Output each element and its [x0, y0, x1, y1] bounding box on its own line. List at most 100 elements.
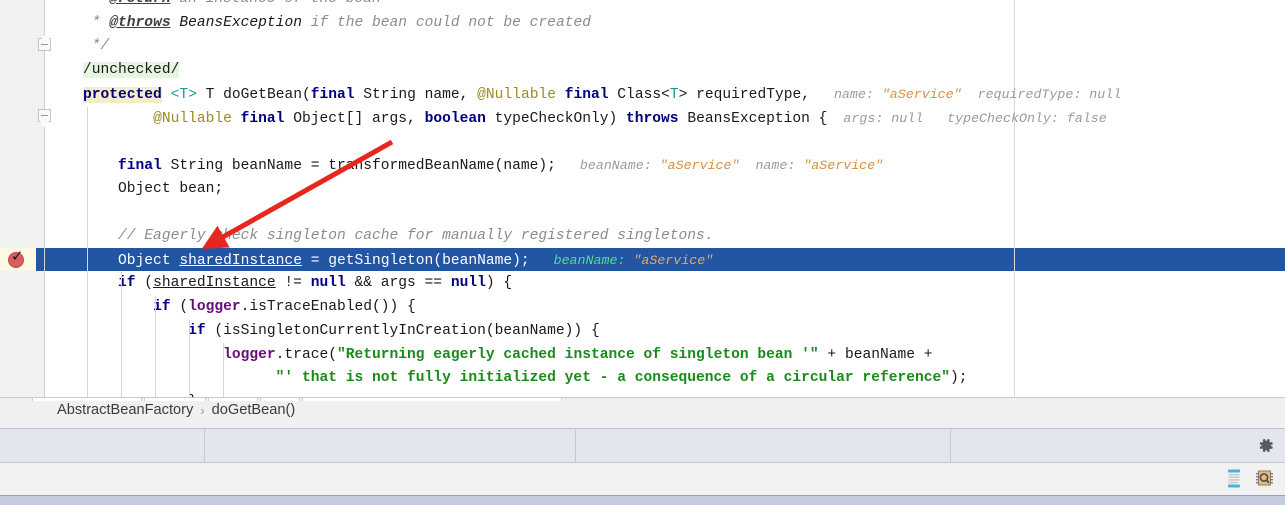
code-token: */ [83, 38, 110, 55]
code-token: protected [83, 86, 162, 103]
code-line-text: * @throws BeansException if the bean cou… [83, 12, 591, 36]
line-method-signature[interactable]: protected <T> T doGetBean(final String n… [0, 83, 1285, 107]
code-token: Class< [608, 86, 670, 103]
code-token: transformedBeanName [328, 157, 495, 174]
code-token: && args == [345, 275, 451, 292]
code-token: beanName: [555, 157, 660, 173]
breadcrumb-item-class[interactable]: AbstractBeanFactory [57, 402, 193, 418]
breadcrumb-separator-icon: › [200, 402, 205, 418]
code-token: ( [301, 86, 311, 103]
line-if-logger[interactable]: if (logger.isTraceEnabled()) { [0, 296, 1285, 320]
code-token: final [118, 157, 162, 174]
code-line-text: logger.trace("Returning eagerly cached i… [83, 344, 932, 368]
code-token: @return [109, 0, 170, 7]
code-token: ); [950, 370, 968, 387]
line-logger-trace[interactable]: logger.trace("Returning eagerly cached i… [0, 344, 1285, 368]
thread-dump-icon[interactable] [1224, 468, 1244, 489]
code-token: throws [626, 110, 679, 127]
code-token: @Nullable [153, 110, 232, 127]
line-blank-1[interactable] [0, 130, 1285, 154]
code-token: args: null typeCheckOnly: false [827, 110, 1107, 126]
code-token: BeansException [170, 14, 302, 31]
tab-stub [260, 398, 300, 401]
breadcrumb-item-method[interactable]: doGetBean() [212, 402, 296, 418]
code-token: "aService" [659, 157, 740, 173]
code-token: "' that is not fully initialized yet - a… [275, 370, 951, 387]
code-token: logger [188, 299, 241, 316]
code-line-text: protected <T> T doGetBean(final String n… [83, 83, 1121, 108]
code-token: final [310, 86, 355, 103]
code-token: doGetBean [223, 86, 302, 103]
code-token: sharedInstance [179, 252, 302, 269]
code-token: String name, [354, 86, 478, 103]
indent-guide [155, 296, 156, 397]
code-token: (isSingletonCurrentlyInCreation(beanName… [205, 322, 600, 339]
code-token: > requiredType, [678, 86, 810, 103]
code-token: (name); [494, 157, 556, 174]
indent-guide [189, 320, 190, 397]
ide-window: ✓ * @return an instance of the bean * @t… [0, 0, 1285, 505]
line-javadoc-return[interactable]: * @return an instance of the bean [0, 0, 1285, 12]
line-beanname[interactable]: final String beanName = transformedBeanN… [0, 154, 1285, 178]
code-token: if the bean could not be created [301, 14, 591, 31]
code-line-text: "' that is not fully initialized yet - a… [83, 367, 968, 391]
tab-stub [208, 398, 258, 401]
code-token: final [240, 110, 285, 127]
code-token: null [310, 275, 346, 292]
line-if-singleton-creating[interactable]: if (isSingletonCurrentlyInCreation(beanN… [0, 320, 1285, 344]
line-shared-instance[interactable]: Object sharedInstance = getSingleton(bea… [0, 249, 1285, 273]
line-unchecked[interactable]: /unchecked/ [0, 59, 1285, 83]
code-token: T [196, 86, 224, 103]
line-object-bean[interactable]: Object bean; [0, 178, 1285, 202]
code-line-text: /unchecked/ [83, 59, 180, 83]
tab-stub [32, 398, 142, 401]
line-method-signature-2[interactable]: @Nullable final Object[] args, boolean t… [0, 107, 1285, 131]
code-token: <T> [170, 86, 197, 103]
code-token: name: [739, 157, 804, 173]
code-line-text: final String beanName = transformedBeanN… [83, 154, 883, 179]
code-line-text: // Eagerly check singleton cache for man… [83, 225, 714, 249]
debug-tool-panel[interactable] [0, 428, 1285, 462]
code-token: beanName: [529, 252, 634, 268]
indent-guide [121, 272, 122, 397]
line-comment-eagerly[interactable]: // Eagerly check singleton cache for man… [0, 225, 1285, 249]
code-text[interactable]: * @return an instance of the bean * @thr… [0, 0, 1285, 397]
panel-divider[interactable] [575, 429, 576, 462]
line-blank-2[interactable] [0, 201, 1285, 225]
code-line-text: if (sharedInstance != null && args == nu… [83, 272, 512, 296]
code-token: != [275, 275, 311, 292]
status-bar [0, 462, 1285, 495]
code-token: @Nullable [477, 86, 556, 103]
line-javadoc-end[interactable]: */ [0, 35, 1285, 59]
line-logger-trace-2[interactable]: "' that is not fully initialized yet - a… [0, 367, 1285, 391]
code-token: @throws [109, 14, 171, 31]
code-line-text: * @return an instance of the bean [83, 0, 381, 12]
line-javadoc-throws[interactable]: * @throws BeansException if the bean cou… [0, 12, 1285, 36]
line-if-shared[interactable]: if (sharedInstance != null && args == nu… [0, 272, 1285, 296]
indent-guide [87, 107, 88, 397]
code-token: * [83, 0, 109, 7]
code-token: T [669, 86, 679, 103]
code-token: Object [83, 252, 180, 269]
tab-stub [302, 398, 562, 401]
code-token: if [188, 322, 206, 339]
code-token: /unchecked/ [83, 62, 180, 79]
panel-divider[interactable] [204, 429, 205, 462]
code-line-text: */ [83, 35, 110, 59]
code-line-text: if (isSingletonCurrentlyInCreation(beanN… [83, 320, 600, 344]
code-editor[interactable]: ✓ * @return an instance of the bean * @t… [0, 0, 1285, 397]
code-token: "aService" [803, 157, 884, 173]
panel-divider[interactable] [950, 429, 951, 462]
gear-icon[interactable] [1256, 436, 1275, 455]
code-token: requiredType: null [961, 86, 1122, 102]
code-token: boolean [424, 110, 486, 127]
code-token: String beanName = [161, 157, 329, 174]
code-line-text: Object bean; [83, 178, 223, 202]
memory-inspect-icon[interactable] [1255, 468, 1275, 489]
